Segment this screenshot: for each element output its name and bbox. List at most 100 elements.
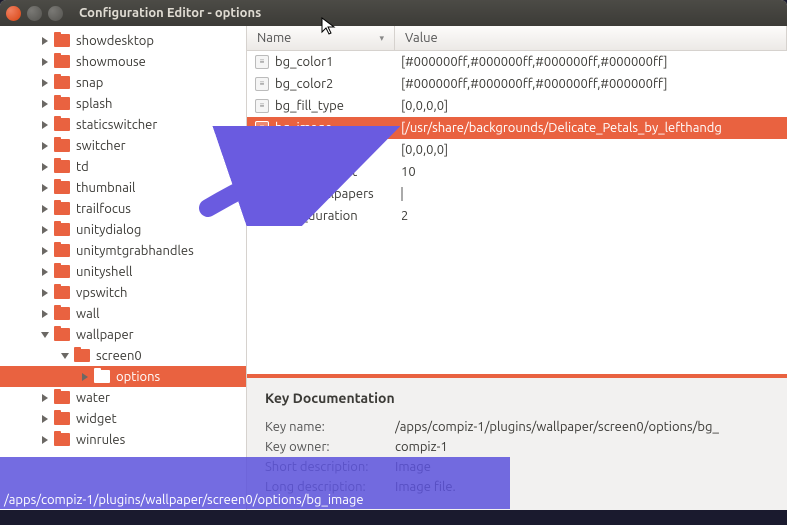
folder-icon	[54, 160, 70, 173]
chevron-right-icon[interactable]	[40, 267, 50, 277]
doc-keyname-value: /apps/compiz-1/plugins/wallpaper/screen0…	[395, 420, 769, 434]
tree-item-label: vpswitch	[76, 286, 127, 300]
tree-item-td[interactable]: td	[0, 156, 246, 177]
chevron-down-icon[interactable]	[40, 330, 50, 340]
list-type-icon: ≡	[255, 99, 269, 113]
tree-item-label: widget	[76, 412, 117, 426]
tree-item-unityshell[interactable]: unityshell	[0, 261, 246, 282]
tree-item-label: options	[116, 370, 160, 384]
tree-item-label: wall	[76, 307, 100, 321]
key-value: [#000000ff,#000000ff,#000000ff,#000000ff…	[395, 77, 787, 91]
list-type-icon: ≡	[255, 121, 269, 135]
chevron-right-icon[interactable]	[40, 120, 50, 130]
chevron-right-icon[interactable]	[40, 393, 50, 403]
boolean-type-icon: ✓	[255, 187, 269, 201]
key-name: cycle_timeout	[275, 165, 357, 179]
column-header-name-label: Name	[257, 31, 291, 45]
tree-item-screen0[interactable]: screen0	[0, 345, 246, 366]
chevron-right-icon[interactable]	[40, 162, 50, 172]
key-row-bg_image[interactable]: ≡ bg_image [/usr/share/backgrounds/Delicat…	[247, 117, 787, 139]
checkbox[interactable]	[401, 187, 403, 201]
tree-item-widget[interactable]: widget	[0, 408, 246, 429]
tree-item-label: td	[76, 160, 89, 174]
chevron-right-icon[interactable]	[40, 99, 50, 109]
key-value: 2	[395, 209, 787, 223]
chevron-right-icon[interactable]	[40, 246, 50, 256]
chevron-right-icon[interactable]	[40, 309, 50, 319]
key-name: bg_image	[275, 121, 332, 135]
chevron-down-icon[interactable]	[60, 351, 70, 361]
tree-item-label: winrules	[76, 433, 125, 447]
content-area: showdesktop showmouse snap splash staticswit…	[0, 26, 787, 510]
chevron-right-icon[interactable]	[40, 141, 50, 151]
key-name: bg_fill_type	[275, 99, 344, 113]
key-row-cycle_wallpapers[interactable]: ✓ cycle_wallpapers	[247, 183, 787, 205]
titlebar[interactable]: Configuration Editor - options	[0, 0, 787, 26]
tree-item-staticswitcher[interactable]: staticswitcher	[0, 114, 246, 135]
close-button[interactable]	[6, 6, 21, 21]
key-value	[395, 187, 787, 201]
key-value: [/usr/share/backgrounds/Delicate_Petals_…	[395, 121, 787, 135]
folder-icon	[54, 328, 70, 341]
chevron-right-icon[interactable]	[40, 435, 50, 445]
tree-item-label: staticswitcher	[76, 118, 157, 132]
tree-item-label: switcher	[76, 139, 126, 153]
column-headers[interactable]: Name ▾ Value	[247, 26, 787, 51]
tree-item-label: showmouse	[76, 55, 146, 69]
chevron-right-icon[interactable]	[40, 183, 50, 193]
tree-item-thumbnail[interactable]: thumbnail	[0, 177, 246, 198]
chevron-right-icon[interactable]	[40, 78, 50, 88]
tree-item-label: wallpaper	[76, 328, 134, 342]
column-header-name[interactable]: Name ▾	[247, 26, 395, 50]
key-row-bg_color2[interactable]: ≡bg_color2[#000000ff,#000000ff,#000000ff…	[247, 73, 787, 95]
tree-item-water[interactable]: water	[0, 387, 246, 408]
chevron-right-icon[interactable]	[40, 36, 50, 46]
key-name: bg_image_pos	[275, 143, 359, 157]
tree-item-label: thumbnail	[76, 181, 135, 195]
chevron-right-icon[interactable]	[80, 372, 90, 382]
tree-item-vpswitch[interactable]: vpswitch	[0, 282, 246, 303]
tree-item-wall[interactable]: wall	[0, 303, 246, 324]
tree-item-label: unitydialog	[76, 223, 141, 237]
tree-item-label: splash	[76, 97, 112, 111]
column-header-value[interactable]: Value	[395, 26, 787, 50]
integer-type-icon: 12	[255, 209, 269, 223]
tree-item-wallpaper[interactable]: wallpaper	[0, 324, 246, 345]
chevron-right-icon[interactable]	[40, 414, 50, 424]
list-type-icon: ≡	[255, 77, 269, 91]
key-name: cycle_wallpapers	[275, 187, 374, 201]
tree-item-trailfocus[interactable]: trailfocus	[0, 198, 246, 219]
chevron-right-icon[interactable]	[40, 204, 50, 214]
tree-panel[interactable]: showdesktop showmouse snap splash staticswit…	[0, 26, 247, 510]
tree-item-showmouse[interactable]: showmouse	[0, 51, 246, 72]
maximize-button[interactable]	[48, 6, 63, 21]
key-list[interactable]: ≡ bg_color1 [#000000ff,#000000ff,#000000ff…	[247, 51, 787, 374]
doc-keyowner-label: Key owner:	[265, 440, 395, 454]
minimize-button[interactable]	[27, 6, 42, 21]
key-row-bg_image_pos[interactable]: ≡bg_image_pos[0,0,0,0]	[247, 139, 787, 161]
key-row-bg_color1[interactable]: ≡bg_color1[#000000ff,#000000ff,#000000ff…	[247, 51, 787, 73]
tree-item-showdesktop[interactable]: showdesktop	[0, 30, 246, 51]
tree-item-options[interactable]: options	[0, 366, 246, 387]
tree-item-unitydialog[interactable]: unitydialog	[0, 219, 246, 240]
folder-icon	[54, 202, 70, 215]
tree-item-unitymtgrabhandles[interactable]: unitymtgrabhandles	[0, 240, 246, 261]
chevron-right-icon[interactable]	[40, 288, 50, 298]
key-name: fade_duration	[275, 209, 358, 223]
folder-icon	[54, 97, 70, 110]
key-name: bg_color1	[275, 55, 333, 69]
chevron-right-icon[interactable]	[40, 225, 50, 235]
key-row-fade_duration[interactable]: 12 fade_duration 2	[247, 205, 787, 227]
folder-icon	[54, 307, 70, 320]
tree-item-splash[interactable]: splash	[0, 93, 246, 114]
folder-icon	[54, 181, 70, 194]
key-row-bg_fill_type[interactable]: ≡bg_fill_type[0,0,0,0]	[247, 95, 787, 117]
chevron-right-icon[interactable]	[40, 57, 50, 67]
statusbar-path: /apps/compiz-1/plugins/wallpaper/screen0…	[4, 493, 364, 507]
tree-item-snap[interactable]: snap	[0, 72, 246, 93]
doc-heading: Key Documentation	[265, 390, 769, 406]
tree-item-switcher[interactable]: switcher	[0, 135, 246, 156]
key-row-cycle_timeout[interactable]: 12cycle_timeout10	[247, 161, 787, 183]
statusbar-highlight: /apps/compiz-1/plugins/wallpaper/screen0…	[0, 457, 510, 509]
tree-item-winrules[interactable]: winrules	[0, 429, 246, 450]
